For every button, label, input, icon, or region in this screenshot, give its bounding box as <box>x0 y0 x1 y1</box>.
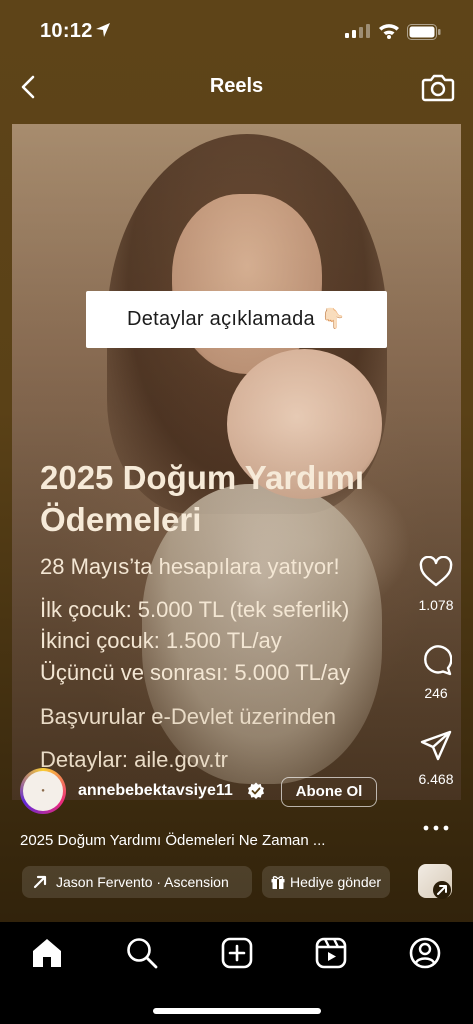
comment-count: 246 <box>424 685 448 701</box>
audio-chip-label: Jason Fervento · Ascension <box>56 874 229 890</box>
comment-button[interactable]: 246 <box>406 644 466 701</box>
gift-chip-label: Hediye gönder <box>290 874 382 890</box>
video-headline: 2025 Doğum Yardımı Ödemeleri <box>40 459 365 538</box>
status-bar: 10:12 <box>0 0 473 62</box>
reel-video[interactable]: Detaylar açıklamada 👇🏻 2025 Doğum Yardım… <box>12 124 461 800</box>
gift-chip[interactable]: Hediye gönder <box>262 866 390 898</box>
share-count: 6.468 <box>418 771 454 787</box>
search-icon[interactable] <box>125 936 159 970</box>
reels-icon[interactable] <box>314 936 348 970</box>
trending-arrow-icon <box>33 875 47 889</box>
avatar[interactable]: ● <box>20 768 66 814</box>
video-line-second-child: İkinci çocuk: 1.500 TL/ay <box>40 628 282 653</box>
like-button[interactable]: 1.078 <box>406 555 466 613</box>
page-title: Reels <box>209 75 264 97</box>
profile-icon[interactable] <box>408 936 442 970</box>
post-caption[interactable]: 2025 Doğum Yardımı Ödemeleri Ne Zaman ..… <box>20 832 325 849</box>
share-button[interactable]: 6.468 <box>406 730 466 787</box>
video-line-details: Detaylar: aile.gov.tr <box>40 747 228 772</box>
arrow-up-right-icon <box>433 881 451 899</box>
location-arrow-icon <box>96 23 110 37</box>
video-line-first-child: İlk çocuk: 5.000 TL (tek seferlik) <box>40 597 350 622</box>
status-time: 10:12 <box>40 20 93 42</box>
author-username[interactable]: annebebektavsiye11 <box>78 782 233 800</box>
video-line-apply: Başvurular e-Devlet üzerinden <box>40 704 336 729</box>
wifi-icon <box>379 24 399 39</box>
battery-icon <box>407 24 441 40</box>
follow-button[interactable]: Abone Ol <box>281 777 377 807</box>
more-icon[interactable] <box>418 818 454 838</box>
overlay-pill: Detaylar açıklamada 👇🏻 <box>86 291 387 348</box>
comment-icon <box>424 645 453 676</box>
home-icon[interactable] <box>30 936 64 970</box>
video-line-date: 28 Mayıs’ta hesapılara yatıyor! <box>40 554 340 579</box>
create-icon[interactable] <box>220 936 254 970</box>
video-line-third-child: Üçüncü ve sonrası: 5.000 TL/ay <box>40 660 351 685</box>
heart-icon <box>419 555 453 587</box>
cellular-signal-icon <box>345 24 370 38</box>
reels-screen: 10:12 Reels Detaylar açıklamada 👇🏻 2025 … <box>0 0 473 1024</box>
share-icon <box>420 730 452 761</box>
bottom-navigation <box>0 922 473 1024</box>
gift-icon <box>271 876 285 889</box>
like-count: 1.078 <box>418 597 454 613</box>
avatar-image: ● <box>23 771 63 811</box>
audio-chip[interactable]: Jason Fervento · Ascension <box>22 866 252 898</box>
home-indicator <box>153 1008 321 1014</box>
camera-icon[interactable] <box>421 71 455 103</box>
verified-badge-icon <box>248 782 264 799</box>
